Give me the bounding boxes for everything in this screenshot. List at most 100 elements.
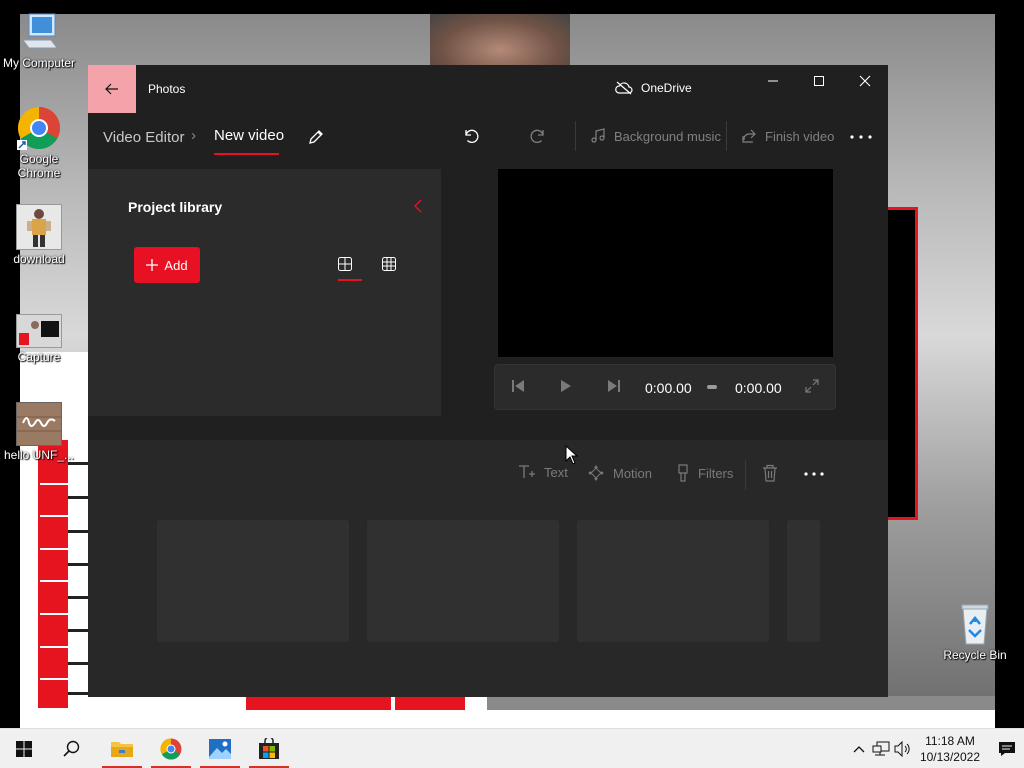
wallpaper-detail: [246, 696, 391, 710]
title-bar: Photos OneDrive: [88, 65, 888, 113]
start-button[interactable]: [2, 729, 46, 768]
large-thumbnails-view-button[interactable]: [338, 257, 352, 271]
desktop-icon-download[interactable]: download: [0, 204, 78, 266]
storyboard: Text Motion Filters: [88, 440, 888, 697]
storyboard-slot[interactable]: [577, 520, 769, 642]
previous-frame-button[interactable]: [511, 379, 525, 393]
total-time: 0:00.00: [735, 380, 782, 396]
photos-icon: [209, 739, 231, 759]
finish-video-button[interactable]: Finish video: [741, 128, 834, 144]
taskbar-file-explorer[interactable]: [100, 729, 144, 768]
wallpaper-detail: [68, 530, 88, 533]
desktop-icon-label: Google Chrome: [17, 152, 61, 180]
wallpaper-detail: [40, 613, 68, 615]
breadcrumb-current-project[interactable]: New video: [214, 127, 284, 144]
taskbar-chrome[interactable]: [149, 729, 193, 768]
add-label: Add: [164, 257, 188, 273]
command-bar: Video Editor › New video Background musi…: [88, 113, 888, 161]
trash-icon: [763, 464, 777, 482]
scrubber[interactable]: [707, 385, 717, 389]
motion-tool-label: Motion: [613, 465, 653, 481]
scrubber-thumb: [707, 385, 717, 389]
volume-button[interactable]: [892, 741, 914, 757]
background-music-button[interactable]: Background music: [590, 128, 721, 144]
wallpaper-detail: [395, 696, 465, 710]
rename-button[interactable]: [307, 128, 325, 146]
share-icon: [742, 129, 756, 143]
desktop-icon-my-computer[interactable]: My Computer: [0, 10, 78, 70]
motion-icon: [588, 465, 604, 481]
wallpaper-detail: [38, 440, 68, 708]
collapse-library-button[interactable]: [414, 199, 422, 213]
clock[interactable]: 11:18 AM 10/13/2022: [920, 733, 980, 765]
desktop-icon-google-chrome[interactable]: Google Chrome: [0, 106, 78, 180]
desktop-icon-hello[interactable]: hello UNF_...: [0, 402, 78, 462]
grid-large-icon: [338, 257, 352, 271]
wallpaper-detail: [886, 207, 918, 520]
maximize-icon: [814, 76, 824, 86]
next-frame-button[interactable]: [607, 379, 621, 393]
more-options-button[interactable]: [850, 135, 872, 139]
fullscreen-button[interactable]: [805, 379, 819, 393]
add-media-button[interactable]: Add: [134, 247, 200, 283]
speaker-icon: [894, 741, 910, 757]
command-separator: [575, 121, 576, 151]
action-center-button[interactable]: [990, 741, 1024, 757]
wallpaper-detail: [40, 678, 68, 680]
command-separator: [726, 121, 727, 151]
taskbar-photos[interactable]: [198, 729, 242, 768]
breadcrumb-video-editor[interactable]: Video Editor: [103, 129, 184, 146]
project-library-title: Project library: [128, 199, 223, 215]
search-icon: [63, 740, 80, 757]
small-thumbnails-view-button[interactable]: [382, 257, 396, 271]
view-selected-indicator: [338, 279, 362, 281]
motion-tool-button[interactable]: Motion: [587, 464, 652, 482]
skip-back-icon: [512, 380, 524, 392]
storyboard-slot[interactable]: [367, 520, 559, 642]
play-icon: [561, 380, 571, 392]
wallpaper-detail: [68, 662, 88, 665]
mouse-cursor: [565, 445, 579, 465]
storyboard-more-button[interactable]: [804, 472, 824, 476]
minimize-icon: [768, 80, 778, 82]
wallpaper-detail: [40, 515, 68, 517]
close-button[interactable]: [842, 65, 888, 97]
onedrive-status[interactable]: OneDrive: [615, 81, 692, 95]
desktop-icon-capture[interactable]: Capture: [0, 314, 78, 364]
play-button[interactable]: [559, 379, 573, 393]
redo-button[interactable]: [529, 127, 547, 145]
delete-button[interactable]: [762, 464, 778, 482]
notification-icon: [999, 742, 1015, 756]
filters-tool-button[interactable]: Filters: [676, 464, 733, 482]
minimize-button[interactable]: [750, 65, 796, 97]
show-hidden-icons-button[interactable]: [848, 745, 870, 753]
photos-window: Photos OneDrive Video Editor › New video: [88, 65, 888, 697]
onedrive-label: OneDrive: [641, 81, 692, 95]
storyboard-slot[interactable]: [157, 520, 349, 642]
wallpaper-detail: [40, 580, 68, 582]
current-time: 0:00.00: [645, 380, 692, 396]
cloud-off-icon: [615, 81, 633, 95]
video-preview: [498, 169, 833, 357]
storyboard-slot[interactable]: [787, 520, 820, 642]
grid-small-icon: [382, 257, 396, 271]
clock-date: 10/13/2022: [919, 750, 980, 764]
wallpaper-detail: [487, 696, 995, 710]
desktop-icon-recycle-bin[interactable]: Recycle Bin: [936, 602, 1014, 662]
taskbar-store[interactable]: [247, 729, 291, 768]
redo-icon: [530, 129, 544, 143]
network-icon: [872, 741, 890, 756]
chevron-up-icon: [853, 746, 865, 753]
plus-icon: [146, 259, 159, 271]
maximize-button[interactable]: [796, 65, 842, 97]
store-icon: [259, 738, 279, 759]
wallpaper-detail: [40, 548, 68, 550]
finish-video-label: Finish video: [765, 128, 835, 144]
arrow-left-icon: [105, 83, 118, 95]
network-button[interactable]: [870, 741, 892, 757]
search-button[interactable]: [50, 729, 94, 768]
chrome-icon: [160, 738, 182, 760]
back-button[interactable]: [88, 65, 136, 113]
undo-button[interactable]: [462, 127, 480, 145]
text-tool-button[interactable]: Text: [518, 464, 568, 480]
